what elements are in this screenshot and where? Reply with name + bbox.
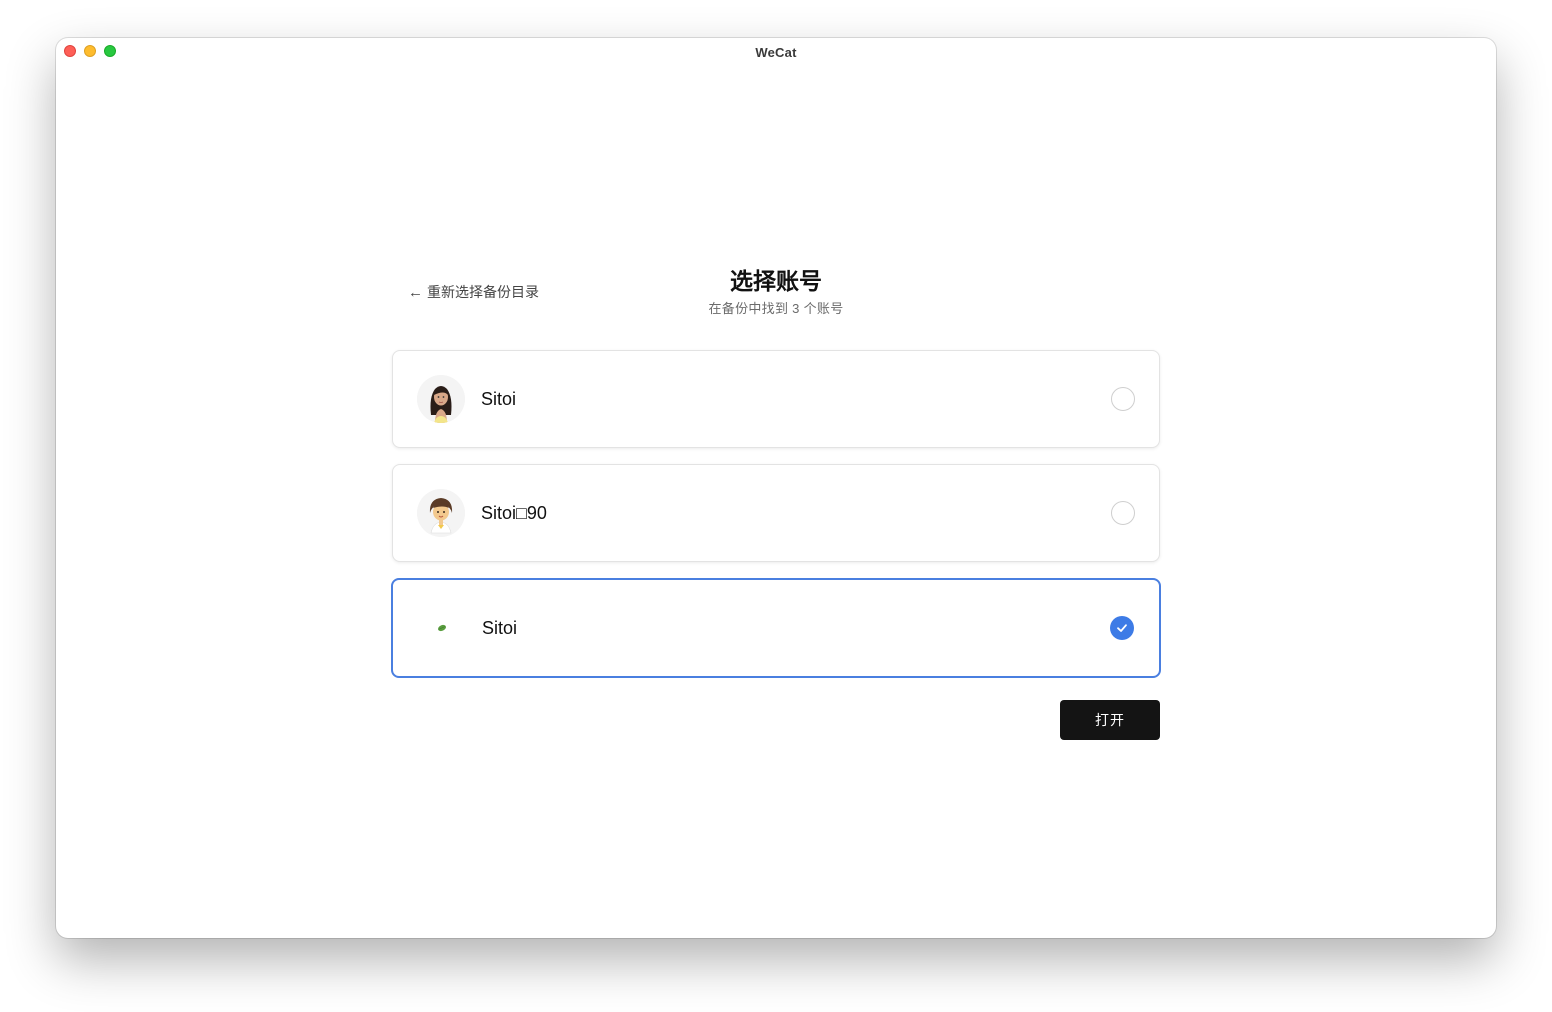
title-bar: WeCat [56,38,1496,66]
account-picker: ← 重新选择备份目录 选择账号 在备份中找到 3 个账号 Sitoi Sitoi… [391,264,1161,740]
heading-block: 选择账号 在备份中找到 3 个账号 [392,264,1160,317]
account-name: Sitoi [481,388,517,409]
account-radio[interactable] [1111,501,1135,525]
account-name: Sitoi [482,617,518,638]
girl-cartoon-avatar-icon [417,489,465,537]
window-title: WeCat [755,44,797,60]
woman-long-hair-avatar-icon [417,375,465,423]
green-leaf-avatar-icon [418,604,466,652]
account-card[interactable]: Sitoi [392,350,1160,448]
checkmark-icon [1117,624,1127,632]
open-button[interactable]: 打开 [1060,700,1160,740]
account-list: Sitoi Sitoi□90 Sitoi [391,350,1161,678]
account-card-selected[interactable]: Sitoi [391,578,1161,678]
app-window: WeCat ← 重新选择备份目录 选择账号 在备份中找到 3 个账号 Sitoi… [56,38,1496,938]
close-window-button[interactable] [64,45,76,57]
account-radio-checked[interactable] [1110,616,1134,640]
page-title: 选择账号 [730,268,822,294]
page-subtitle: 在备份中找到 3 个账号 [708,301,844,316]
picker-header: ← 重新选择备份目录 选择账号 在备份中找到 3 个账号 [392,264,1160,350]
minimize-window-button[interactable] [84,45,96,57]
actions-row: 打开 [392,700,1160,740]
zoom-window-button[interactable] [104,45,116,57]
account-name: Sitoi□90 [481,502,547,523]
account-radio[interactable] [1111,387,1135,411]
account-card[interactable]: Sitoi□90 [392,464,1160,562]
window-controls [64,45,116,57]
